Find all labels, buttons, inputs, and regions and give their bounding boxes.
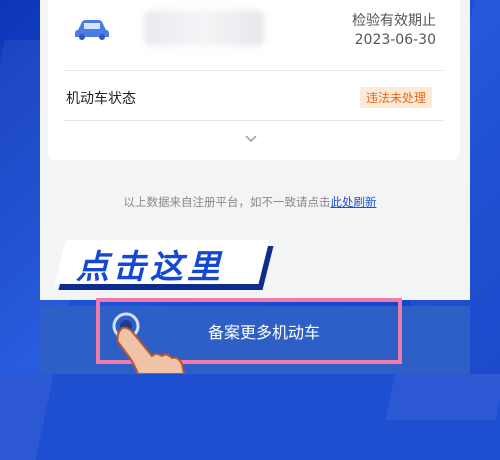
inspection-expiry-date: 2023-06-30: [354, 32, 436, 48]
vehicle-card: 检验有效期止 2023-06-30 机动车状态 违法未处理: [48, 0, 460, 160]
note-text: 以上数据来自注册平台，如不一致请点击: [123, 195, 331, 209]
divider: [64, 120, 444, 121]
car-icon: [75, 20, 109, 40]
license-plate-blurred: [144, 10, 264, 46]
chevron-down-icon[interactable]: [244, 132, 258, 146]
inspection-expiry-label: 检验有效期止: [352, 13, 436, 29]
click-here-callout: 点击这里: [54, 238, 274, 294]
divider: [64, 70, 444, 71]
callout-text: 点击这里: [76, 247, 224, 286]
data-source-note: 以上数据来自注册平台，如不一致请点击此处刷新: [0, 194, 500, 210]
refresh-link[interactable]: 此处刷新: [331, 195, 377, 209]
vehicle-status-label: 机动车状态: [66, 91, 136, 107]
tap-hand-icon: [112, 312, 186, 374]
cta-label: 备案更多机动车: [207, 323, 320, 342]
status-badge: 违法未处理: [359, 87, 432, 108]
